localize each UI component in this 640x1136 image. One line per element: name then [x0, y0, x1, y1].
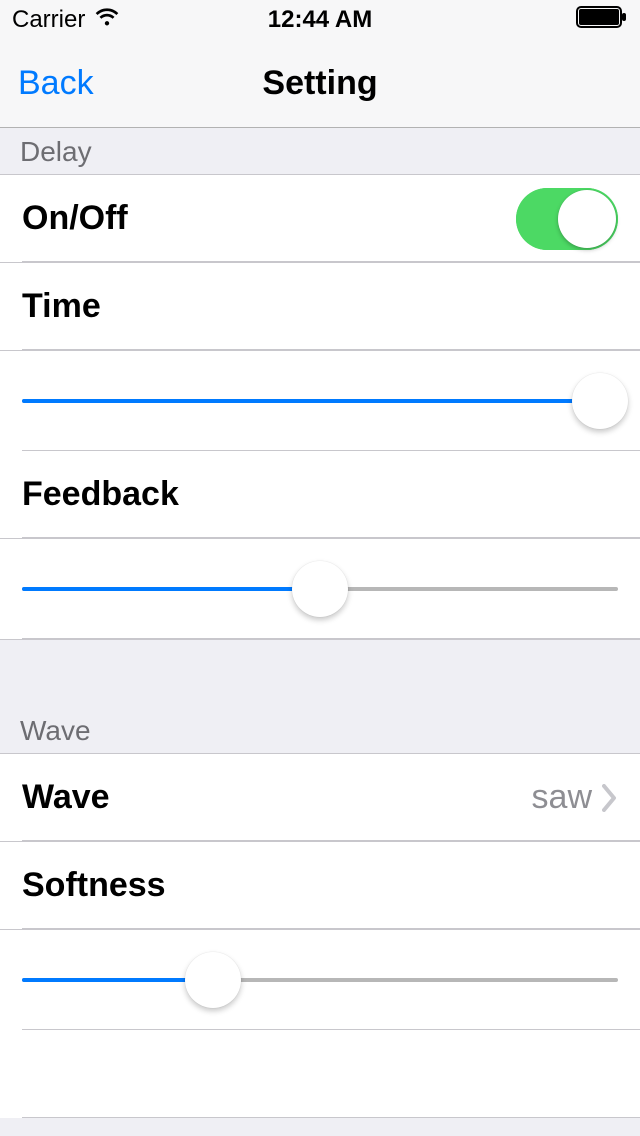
status-bar: Carrier 12:44 AM — [0, 0, 640, 40]
row-time-label: Time — [0, 263, 640, 351]
chevron-right-icon — [602, 784, 618, 812]
row-time-slider — [0, 351, 640, 451]
carrier-label: Carrier — [12, 6, 85, 34]
status-left: Carrier — [12, 6, 121, 34]
row-feedback-slider — [0, 539, 640, 640]
wifi-icon — [93, 6, 121, 34]
battery-icon — [576, 6, 628, 35]
onoff-switch[interactable] — [516, 188, 618, 250]
row-onoff: On/Off — [0, 175, 640, 263]
section-header-delay: Delay — [0, 128, 640, 174]
row-wave[interactable]: Wave saw — [0, 754, 640, 842]
row-feedback-label: Feedback — [0, 451, 640, 539]
page-title: Setting — [262, 64, 377, 103]
wave-value: saw — [532, 778, 592, 817]
content: Delay On/Off Time Feedback — [0, 128, 640, 1118]
row-softness-slider — [0, 930, 640, 1030]
screen: Carrier 12:44 AM Back Setting Delay — [0, 0, 640, 1136]
nav-bar: Back Setting — [0, 40, 640, 128]
onoff-label: On/Off — [22, 199, 516, 238]
section-header-wave: Wave — [0, 640, 640, 753]
feedback-slider[interactable] — [22, 561, 618, 617]
back-button[interactable]: Back — [18, 64, 94, 103]
section-wave: Wave saw Softness — [0, 753, 640, 1118]
time-slider[interactable] — [22, 373, 618, 429]
status-right — [576, 6, 628, 35]
empty-row — [0, 1030, 640, 1118]
softness-label: Softness — [22, 866, 618, 905]
wave-label: Wave — [22, 778, 532, 817]
softness-slider[interactable] — [22, 952, 618, 1008]
section-delay: On/Off Time Feedback — [0, 174, 640, 640]
feedback-label: Feedback — [22, 475, 618, 514]
row-softness-label: Softness — [0, 842, 640, 930]
time-label: Time — [22, 287, 618, 326]
